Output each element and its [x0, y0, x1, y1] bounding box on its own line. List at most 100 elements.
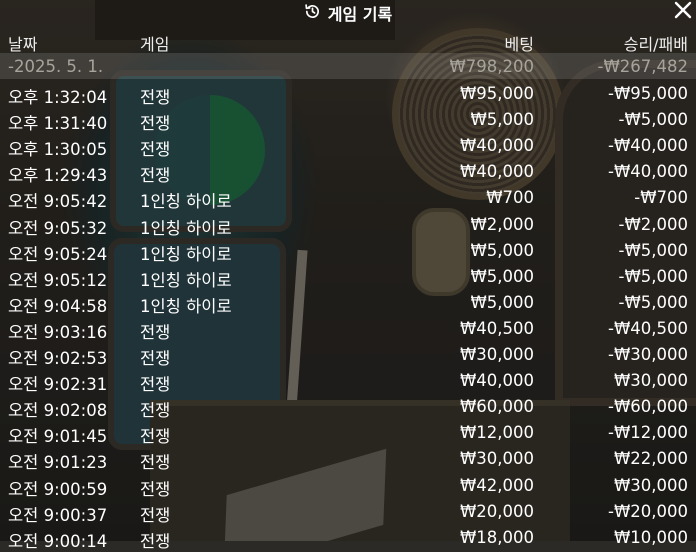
row-bet: ₩12,000	[459, 423, 534, 443]
row-result: -₩40,000	[607, 162, 688, 182]
row-result: -₩5,000	[618, 292, 688, 312]
row-bet: ₩42,000	[459, 475, 534, 495]
game-history-panel: 게임 기록 날짜 게임 베팅 승리/패배 -2025. 5. 1. ₩798,2…	[0, 0, 696, 551]
row-game: 1인칭 하이로	[140, 244, 232, 264]
row-result: ₩22,000	[613, 449, 688, 469]
row-result: ₩10,000	[613, 527, 688, 547]
row-time: 오전 9:05:12	[8, 270, 108, 290]
row-game: 1인칭 하이로	[140, 192, 232, 212]
row-result: -₩2,000	[618, 214, 688, 234]
row-game: 전쟁	[140, 531, 171, 551]
group-bet-total: ₩798,200	[449, 57, 534, 76]
table-row[interactable]: 오전 9:05:24 1인칭 하이로 ₩5,000 -₩5,000	[0, 237, 696, 264]
row-bet: ₩5,000	[470, 240, 534, 260]
row-time: 오후 1:29:43	[8, 166, 108, 186]
row-game: 전쟁	[140, 88, 171, 107]
column-header-result: 승리/패배	[623, 35, 688, 54]
row-bet: ₩30,000	[459, 449, 534, 469]
title-text: 게임 기록	[327, 5, 393, 24]
row-bet: ₩40,000	[459, 371, 534, 391]
row-time: 오전 9:05:24	[8, 244, 108, 264]
panel-title: 게임 기록	[304, 1, 392, 25]
table-row[interactable]: 오후 1:32:04 전쟁 ₩95,000 -₩95,000	[0, 80, 696, 107]
row-bet: ₩20,000	[459, 501, 534, 521]
row-game: 전쟁	[140, 427, 171, 447]
row-result: -₩5,000	[618, 266, 688, 286]
row-game: 전쟁	[140, 453, 171, 473]
row-game: 전쟁	[140, 401, 171, 421]
row-time: 오전 9:04:58	[8, 296, 108, 316]
title-bar: 게임 기록	[0, 0, 696, 26]
row-game: 전쟁	[140, 375, 171, 395]
table-row[interactable]: 오전 9:05:32 1인칭 하이로 ₩2,000 -₩2,000	[0, 211, 696, 238]
row-bet: ₩40,000	[459, 136, 534, 156]
table-row[interactable]: 오후 1:29:43 전쟁 ₩40,000 -₩40,000	[0, 158, 696, 186]
row-time: 오전 9:00:14	[8, 531, 108, 551]
row-bet: ₩5,000	[470, 292, 534, 312]
row-time: 오후 1:32:04	[8, 88, 108, 107]
row-bet: ₩2,000	[470, 214, 534, 234]
row-result: -₩20,000	[607, 501, 688, 521]
table-row[interactable]: 오전 9:00:37 전쟁 ₩20,000 -₩20,000	[0, 498, 696, 525]
close-button[interactable]	[672, 0, 694, 21]
row-bet: ₩18,000	[459, 527, 534, 547]
group-date: -2025. 5. 1.	[8, 57, 104, 76]
row-game: 전쟁	[140, 322, 171, 342]
group-result-total: -₩267,482	[597, 57, 688, 76]
row-time: 오전 9:03:16	[8, 322, 108, 342]
row-bet: ₩700	[486, 188, 534, 208]
row-time: 오전 9:05:32	[8, 218, 108, 238]
row-bet: ₩30,000	[459, 345, 534, 364]
row-game: 전쟁	[140, 166, 171, 186]
column-header-date: 날짜	[8, 35, 38, 54]
row-game: 전쟁	[140, 505, 171, 525]
table-row[interactable]: 오전 9:00:59 전쟁 ₩42,000 ₩30,000	[0, 472, 696, 499]
table-row[interactable]: 오전 9:02:53 전쟁 ₩30,000 -₩30,000	[0, 341, 696, 368]
row-bet: ₩60,000	[459, 397, 534, 417]
table-row[interactable]: 오후 1:30:05 전쟁 ₩40,000 -₩40,000	[0, 132, 696, 159]
table-row[interactable]: 오전 9:04:58 1인칭 하이로 ₩5,000 -₩5,000	[0, 289, 696, 316]
table-row[interactable]: 오전 9:01:23 전쟁 ₩30,000 ₩22,000	[0, 445, 696, 473]
row-result: -₩700	[634, 188, 688, 208]
row-time: 오전 9:02:53	[8, 349, 108, 368]
row-result: -₩12,000	[607, 423, 688, 443]
row-time: 오전 9:01:23	[8, 453, 108, 473]
row-result: -₩5,000	[618, 110, 688, 130]
row-result: -₩40,000	[607, 136, 688, 156]
table-row[interactable]: 오후 1:31:40 전쟁 ₩5,000 -₩5,000	[0, 106, 696, 134]
row-time: 오전 9:01:45	[8, 427, 108, 447]
row-bet: ₩40,500	[459, 318, 534, 338]
row-bet: ₩40,000	[459, 162, 534, 182]
row-bet: ₩5,000	[470, 110, 534, 130]
row-game: 전쟁	[140, 114, 171, 134]
row-result: -₩60,000	[607, 397, 688, 417]
row-result: -₩30,000	[607, 345, 688, 364]
row-game: 전쟁	[140, 349, 171, 368]
row-result: ₩30,000	[613, 475, 688, 495]
table-row[interactable]: 오전 9:01:45 전쟁 ₩12,000 -₩12,000	[0, 419, 696, 447]
date-group-row[interactable]: -2025. 5. 1. ₩798,200 -₩267,482	[0, 53, 696, 79]
row-result: -₩5,000	[618, 240, 688, 260]
table-header: 날짜 게임 베팅 승리/패배	[0, 27, 696, 54]
row-time: 오후 1:31:40	[8, 114, 108, 134]
row-game: 1인칭 하이로	[140, 218, 232, 238]
row-time: 오전 9:00:37	[8, 505, 108, 525]
table-row[interactable]: 오전 9:02:31 전쟁 ₩40,000 ₩30,000	[0, 367, 696, 395]
row-time: 오전 9:05:42	[8, 192, 108, 212]
table-row[interactable]: 오전 9:05:12 1인칭 하이로 ₩5,000 -₩5,000	[0, 263, 696, 290]
row-game: 1인칭 하이로	[140, 296, 232, 316]
history-icon	[304, 3, 321, 24]
row-game: 전쟁	[140, 479, 171, 499]
row-result: ₩30,000	[613, 371, 688, 391]
table-row[interactable]: 오전 9:02:08 전쟁 ₩60,000 -₩60,000	[0, 393, 696, 421]
row-result: -₩95,000	[607, 84, 688, 103]
table-row[interactable]: 오전 9:05:42 1인칭 하이로 ₩700 -₩700	[0, 184, 696, 212]
row-time: 오전 9:02:08	[8, 401, 108, 421]
row-game: 1인칭 하이로	[140, 270, 232, 290]
row-bet: ₩5,000	[470, 266, 534, 286]
row-time: 오전 9:02:31	[8, 375, 108, 395]
table-row[interactable]: 오전 9:00:14 전쟁 ₩18,000 ₩10,000	[0, 524, 696, 551]
row-bet: ₩95,000	[459, 84, 534, 103]
column-header-bet: 베팅	[504, 35, 534, 54]
table-row[interactable]: 오전 9:03:16 전쟁 ₩40,500 -₩40,500	[0, 315, 696, 342]
